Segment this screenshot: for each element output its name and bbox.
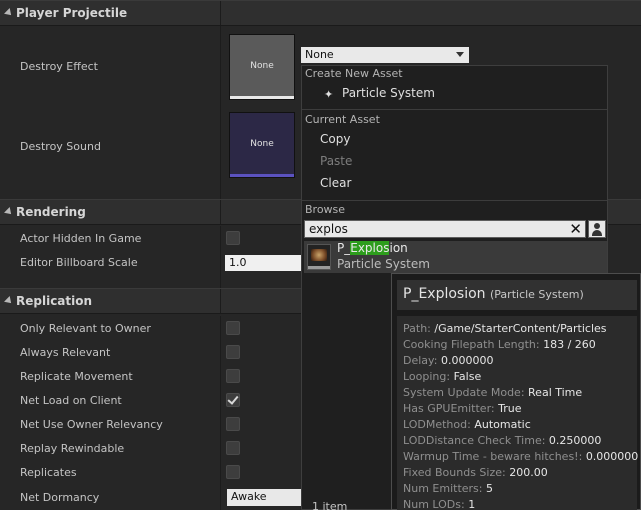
search-value: explos (309, 222, 348, 236)
column-divider (220, 484, 221, 510)
column-divider (220, 226, 221, 250)
tooltip-type: (Particle System) (490, 288, 584, 301)
menu-section-header: Browse (305, 203, 346, 216)
tooltip-header: P_Explosion (Particle System) (397, 280, 637, 310)
column-divider (220, 412, 221, 436)
net-dormancy-combo[interactable]: Awake (227, 489, 301, 506)
tooltip-property: Path: /Game/StarterContent/Particles (403, 322, 607, 335)
category-title: Replication (16, 294, 93, 308)
replication-checkbox[interactable] (226, 441, 240, 455)
replication-checkbox[interactable] (226, 417, 240, 431)
create-particle-system-item[interactable]: ✦ Particle System (320, 85, 520, 103)
asset-tooltip: P_Explosion (Particle System) Path: /Gam… (391, 273, 641, 510)
tooltip-property: Warmup Time - beware hitches!: 0.000000 (403, 450, 639, 463)
column-divider (220, 1, 221, 25)
menu-separator (302, 200, 607, 201)
column-divider (220, 105, 221, 199)
asset-type-bar (230, 174, 294, 177)
property-label: Replicate Movement (20, 370, 133, 383)
column-divider (220, 436, 221, 460)
tooltip-property: LODDistance Check Time: 0.250000 (403, 434, 602, 447)
chevron-down-icon (456, 52, 464, 57)
search-highlight: Explos (350, 241, 390, 255)
asset-type: Particle System (337, 257, 430, 271)
clear-search-icon[interactable]: ✕ (569, 220, 582, 238)
collapse-triangle-icon[interactable] (4, 207, 14, 217)
tooltip-property: Has GPUEmitter: True (403, 402, 522, 415)
menu-section-header: Create New Asset (305, 67, 403, 80)
category-player-projectile[interactable]: Player Projectile (0, 0, 641, 26)
property-label: Net Use Owner Relevancy (20, 418, 163, 431)
thumbnail-none-label: None (250, 139, 274, 149)
column-divider (220, 340, 221, 364)
asset-thumbnail[interactable]: None (229, 112, 295, 178)
property-label: Editor Billboard Scale (20, 256, 138, 269)
tooltip-title: P_Explosion (Particle System) (403, 286, 584, 302)
replication-checkbox[interactable] (226, 369, 240, 383)
asset-name: P_Explosion (337, 241, 408, 255)
replication-checkbox[interactable] (226, 345, 240, 359)
property-label: Destroy Effect (20, 60, 98, 73)
property-label: Actor Hidden In Game (20, 232, 142, 245)
collapse-triangle-icon[interactable] (4, 8, 14, 18)
tooltip-body: Path: /Game/StarterContent/Particles Coo… (397, 316, 639, 510)
user-head (594, 223, 600, 229)
tooltip-property: Num Emitters: 5 (403, 482, 493, 495)
combo-value: None (305, 48, 334, 61)
particle-thumbnail-icon (307, 244, 331, 270)
property-label: Only Relevant to Owner (20, 322, 151, 335)
property-label: Replicates (20, 466, 77, 479)
asset-search-input[interactable]: explos ✕ (304, 220, 586, 238)
replication-checkbox[interactable] (226, 321, 240, 335)
collapse-triangle-icon[interactable] (4, 296, 14, 306)
tooltip-property: Delay: 0.000000 (403, 354, 494, 367)
tooltip-property: Num LODs: 1 (403, 498, 476, 510)
column-divider (220, 250, 221, 288)
column-divider (220, 460, 221, 484)
asset-thumbnail[interactable]: None (229, 34, 295, 100)
user-filter-icon[interactable] (588, 220, 606, 238)
actor-hidden-checkbox[interactable] (226, 231, 240, 245)
clear-item[interactable]: Clear (320, 176, 351, 190)
column-divider (220, 200, 221, 224)
tooltip-property: Looping: False (403, 370, 482, 383)
column-divider (220, 26, 221, 105)
tooltip-property: Fixed Bounds Size: 200.00 (403, 466, 548, 479)
asset-result-item[interactable]: P_Explosion Particle System (304, 241, 607, 273)
replication-checkbox[interactable] (226, 465, 240, 479)
paste-item[interactable]: Paste (320, 154, 352, 168)
property-label: Replay Rewindable (20, 442, 125, 455)
property-label: Always Relevant (20, 346, 111, 359)
replication-checkbox[interactable] (226, 393, 240, 407)
billboard-scale-input[interactable]: 1.0 (225, 255, 301, 271)
property-label: Net Dormancy (20, 491, 100, 504)
property-label: Net Load on Client (20, 394, 122, 407)
tooltip-property: Cooking Filepath Length: 183 / 260 (403, 338, 596, 351)
category-title: Player Projectile (16, 6, 128, 20)
column-divider (220, 316, 221, 340)
tooltip-property: LODMethod: Automatic (403, 418, 531, 431)
column-divider (220, 364, 221, 388)
menu-separator (302, 109, 607, 110)
asset-picker-combo[interactable]: None (301, 47, 469, 63)
column-divider (220, 388, 221, 412)
menu-item-label: Particle System (342, 86, 435, 100)
category-title: Rendering (16, 205, 86, 219)
asset-type-bar (230, 96, 294, 99)
thumbnail-none-label: None (250, 61, 274, 71)
menu-section-header: Current Asset (305, 113, 380, 126)
particle-system-icon: ✦ (324, 88, 334, 101)
item-count: 1 item (312, 500, 348, 510)
user-body (592, 230, 602, 236)
property-label: Destroy Sound (20, 140, 101, 153)
column-divider (220, 289, 221, 313)
copy-item[interactable]: Copy (320, 132, 350, 146)
tooltip-property: System Update Mode: Real Time (403, 386, 583, 399)
